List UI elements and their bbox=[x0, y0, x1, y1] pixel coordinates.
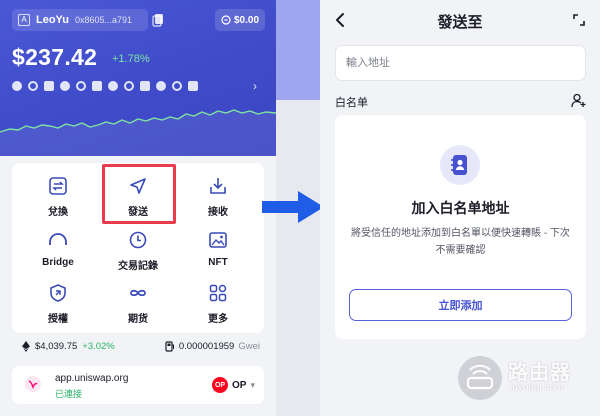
bridge-icon bbox=[49, 233, 67, 245]
eth-price[interactable]: $4,039.75 +3.02% bbox=[22, 340, 115, 352]
add-now-button[interactable]: 立即添加 bbox=[349, 289, 572, 321]
swap-icon bbox=[49, 177, 67, 195]
account-address: 0x8605...a791 bbox=[75, 15, 133, 25]
more-button[interactable]: 更多 bbox=[188, 283, 248, 327]
action-label: 兌換 bbox=[48, 207, 68, 218]
chain-icon bbox=[108, 81, 118, 91]
background-strip-accent bbox=[276, 0, 320, 100]
address-input[interactable] bbox=[335, 45, 586, 81]
watermark-subtext: luyouqi.com bbox=[510, 382, 564, 393]
whitelist-empty-card: 加入白名单地址 將受信任的地址添加到白名單以便快速轉賬 - 下次不需要確認 立即… bbox=[335, 115, 586, 339]
optimism-logo-icon: OP bbox=[212, 377, 228, 393]
gas-unit: Gwei bbox=[238, 340, 260, 352]
page-title: 發送至 bbox=[437, 14, 483, 31]
action-label: Bridge bbox=[42, 257, 74, 268]
action-label: 期货 bbox=[128, 314, 148, 325]
chain-icon bbox=[92, 81, 102, 91]
approval-button[interactable]: 授權 bbox=[28, 283, 88, 327]
dapp-url: app.uniswap.org bbox=[55, 373, 129, 384]
action-label: 接收 bbox=[208, 207, 228, 218]
nft-icon bbox=[209, 232, 227, 248]
shield-icon bbox=[50, 284, 66, 302]
address-book-icon bbox=[440, 145, 480, 185]
action-label: 授權 bbox=[48, 314, 68, 325]
chain-icon bbox=[12, 81, 22, 91]
expand-icon[interactable] bbox=[572, 13, 586, 27]
chevron-right-icon[interactable]: › bbox=[253, 79, 257, 93]
futures-button[interactable]: 期货 bbox=[108, 283, 168, 327]
chain-icon bbox=[140, 81, 150, 91]
history-icon bbox=[129, 231, 147, 249]
chain-icon bbox=[60, 81, 70, 91]
receive-icon bbox=[210, 178, 226, 194]
connected-dapp[interactable]: app.uniswap.org 已連接 OP OP ▾ bbox=[12, 366, 264, 404]
copy-icon[interactable] bbox=[152, 13, 164, 27]
eth-price-value: $4,039.75 bbox=[35, 340, 78, 352]
receive-button[interactable]: 接收 bbox=[188, 176, 248, 220]
eth-icon bbox=[22, 340, 30, 352]
empty-state-title: 加入白名单地址 bbox=[411, 200, 510, 216]
dapp-status: 已連接 bbox=[55, 389, 83, 399]
gas-balance: $0.00 bbox=[233, 14, 260, 26]
watermark-text: 路由器 bbox=[508, 362, 571, 384]
eth-price-change: +3.02% bbox=[82, 340, 115, 352]
infinity-icon bbox=[130, 289, 146, 297]
chain-icon bbox=[188, 81, 198, 91]
gas-pump-icon bbox=[165, 340, 174, 352]
chain-icon bbox=[28, 81, 38, 91]
chain-icon bbox=[76, 81, 86, 91]
chevron-down-icon: ▾ bbox=[250, 379, 255, 390]
action-label: 交易記錄 bbox=[118, 261, 158, 272]
watermark: 路由器 luyouqi.com bbox=[458, 350, 598, 410]
balance-change: +1.78% bbox=[112, 53, 150, 65]
balance-sparkline bbox=[0, 109, 276, 156]
account-badge: A bbox=[18, 14, 30, 26]
empty-state-description: 將受信任的地址添加到白名單以便快速轉賬 - 下次不需要確認 bbox=[351, 228, 570, 256]
chain-list[interactable] bbox=[12, 81, 198, 91]
chain-icon bbox=[44, 81, 54, 91]
arrow-right-icon bbox=[262, 191, 324, 223]
price-bar: $4,039.75 +3.02% 0.000001959 Gwei bbox=[12, 336, 264, 356]
chain-icon bbox=[124, 81, 134, 91]
wallet-panel: A LeoYu 0x8605...a791 $0.00 $237.42 +1.7… bbox=[0, 0, 276, 416]
chain-icon bbox=[156, 81, 166, 91]
account-name: LeoYu bbox=[36, 14, 70, 26]
network-name: OP bbox=[232, 379, 247, 391]
history-button[interactable]: 交易記錄 bbox=[108, 230, 168, 274]
action-label: 更多 bbox=[208, 314, 228, 325]
bridge-button[interactable]: Bridge bbox=[28, 230, 88, 274]
account-selector[interactable]: A LeoYu 0x8605...a791 bbox=[12, 9, 148, 31]
total-balance: $237.42 bbox=[12, 44, 98, 70]
uniswap-logo-icon bbox=[25, 376, 41, 392]
gas-balance-chip[interactable]: $0.00 bbox=[215, 9, 265, 31]
nft-button[interactable]: NFT bbox=[188, 230, 248, 274]
network-selector[interactable]: OP OP ▾ bbox=[212, 375, 258, 395]
wallet-icon bbox=[221, 15, 231, 25]
grid-icon bbox=[209, 284, 227, 302]
chain-icon bbox=[172, 81, 182, 91]
swap-button[interactable]: 兌換 bbox=[28, 176, 88, 220]
action-label: NFT bbox=[208, 257, 228, 268]
add-user-icon[interactable] bbox=[571, 93, 586, 108]
whitelist-label: 白名单 bbox=[335, 97, 368, 109]
gas-price-value: 0.000001959 bbox=[178, 340, 235, 352]
send-highlight-box bbox=[102, 164, 176, 224]
gas-price[interactable]: 0.000001959 Gwei bbox=[165, 341, 260, 352]
wallet-header: A LeoYu 0x8605...a791 $0.00 $237.42 +1.7… bbox=[0, 0, 276, 156]
router-icon bbox=[458, 356, 502, 400]
